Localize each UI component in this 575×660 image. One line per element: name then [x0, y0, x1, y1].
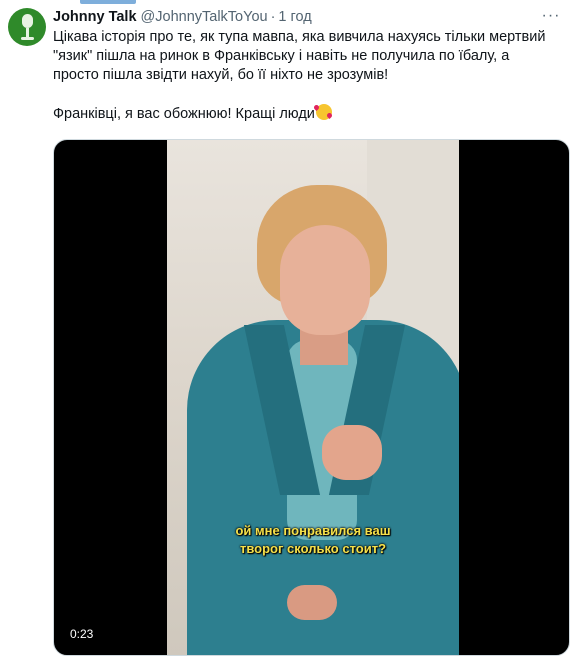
tweet-text-line-emoji: Франківці, я вас обожнюю! Кращі люди: [53, 104, 553, 124]
video-player[interactable]: ой мне понравился ваш творог сколько сто…: [53, 139, 570, 656]
tweet-text-line: "язик" пішла на ринок в Франківську і на…: [53, 48, 510, 64]
separator-dot: ·: [270, 9, 276, 25]
tweet-timestamp[interactable]: 1 год: [278, 9, 311, 25]
tweet-text-line: Франківці, я вас обожнюю! Кращі люди: [53, 106, 315, 122]
tweet-text-line: Цікава історія про те, як тупа мавпа, як…: [53, 29, 546, 45]
more-horizontal-icon: ···: [541, 7, 561, 24]
tweet-header: Johnny Talk @JohnnyTalkToYou · 1 год: [53, 7, 312, 27]
video-subtitle: ой мне понравился ваш творог сколько сто…: [167, 522, 459, 558]
smiling-face-with-hearts-icon: [315, 104, 332, 120]
tweet-text: Цікава історія про те, як тупа мавпа, як…: [53, 28, 553, 124]
subtitle-line: творог сколько стоит?: [239, 541, 387, 556]
more-options-button[interactable]: ···: [539, 6, 563, 26]
author-name[interactable]: Johnny Talk: [53, 9, 137, 25]
video-frame: [167, 140, 459, 655]
tweet-text-line: просто пішла звідти нахуй, бо її ніхто н…: [53, 67, 389, 83]
subtitle-line: ой мне понравился ваш: [235, 523, 391, 538]
tweet[interactable]: Johnny Talk @JohnnyTalkToYou · 1 год ···…: [0, 0, 575, 660]
video-duration: 0:23: [64, 625, 100, 643]
avatar[interactable]: [8, 8, 46, 46]
author-handle[interactable]: @JohnnyTalkToYou: [141, 9, 268, 25]
accent-bar: [80, 0, 136, 4]
